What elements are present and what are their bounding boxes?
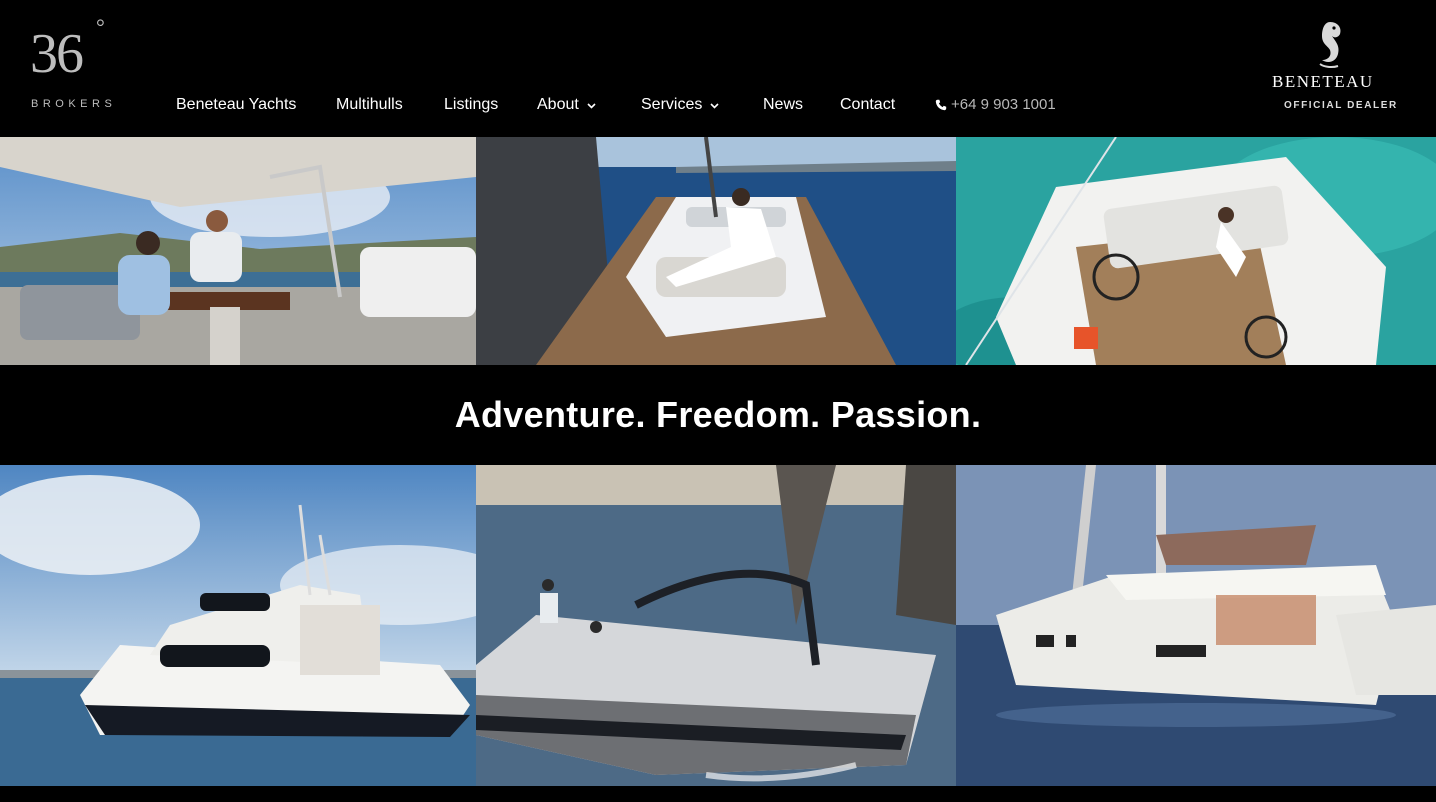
dealer-subtitle: OFFICIAL DEALER (1284, 100, 1398, 111)
chevron-down-icon (587, 94, 596, 116)
logo-number: 36 (30, 23, 84, 85)
nav-multihulls[interactable]: Multihulls (336, 94, 403, 116)
chevron-down-icon (710, 94, 719, 116)
nav-news[interactable]: News (763, 94, 803, 116)
photo-couple-on-deck[interactable] (0, 137, 476, 365)
site-header: 36 ° BROKERS Beneteau Yachts Multihulls … (0, 0, 1436, 137)
logo-degree: ° (96, 14, 105, 39)
photo-woman-lounging-bow[interactable] (476, 137, 956, 365)
photo-sailing-yacht[interactable] (476, 465, 956, 786)
logo-subtitle: BROKERS (31, 98, 117, 110)
beneteau-dealer-logo[interactable]: Beneteau OFFICIAL DEALER (1266, 18, 1406, 118)
nav-about-label: About (537, 96, 579, 114)
nav-phone-link[interactable]: +64 9 903 1001 (935, 94, 1056, 118)
nav-services-label: Services (641, 96, 703, 114)
nav-services[interactable]: Services (641, 94, 719, 116)
nav-beneteau-yachts[interactable]: Beneteau Yachts (176, 94, 296, 116)
nav-contact[interactable]: Contact (840, 94, 895, 116)
phone-icon (935, 96, 947, 118)
photo-catamaran[interactable] (956, 465, 1436, 786)
seahorse-icon (1310, 20, 1350, 75)
dealer-name: Beneteau (1272, 72, 1374, 91)
photo-aerial-sailboat[interactable] (956, 137, 1436, 365)
36-brokers-logo[interactable]: 36 ° BROKERS (30, 14, 120, 112)
nav-listings[interactable]: Listings (444, 94, 498, 116)
tagline: Adventure. Freedom. Passion. (454, 394, 982, 435)
nav-about[interactable]: About (537, 94, 596, 116)
photo-motor-yacht[interactable] (0, 465, 476, 786)
phone-number: +64 9 903 1001 (951, 96, 1056, 113)
